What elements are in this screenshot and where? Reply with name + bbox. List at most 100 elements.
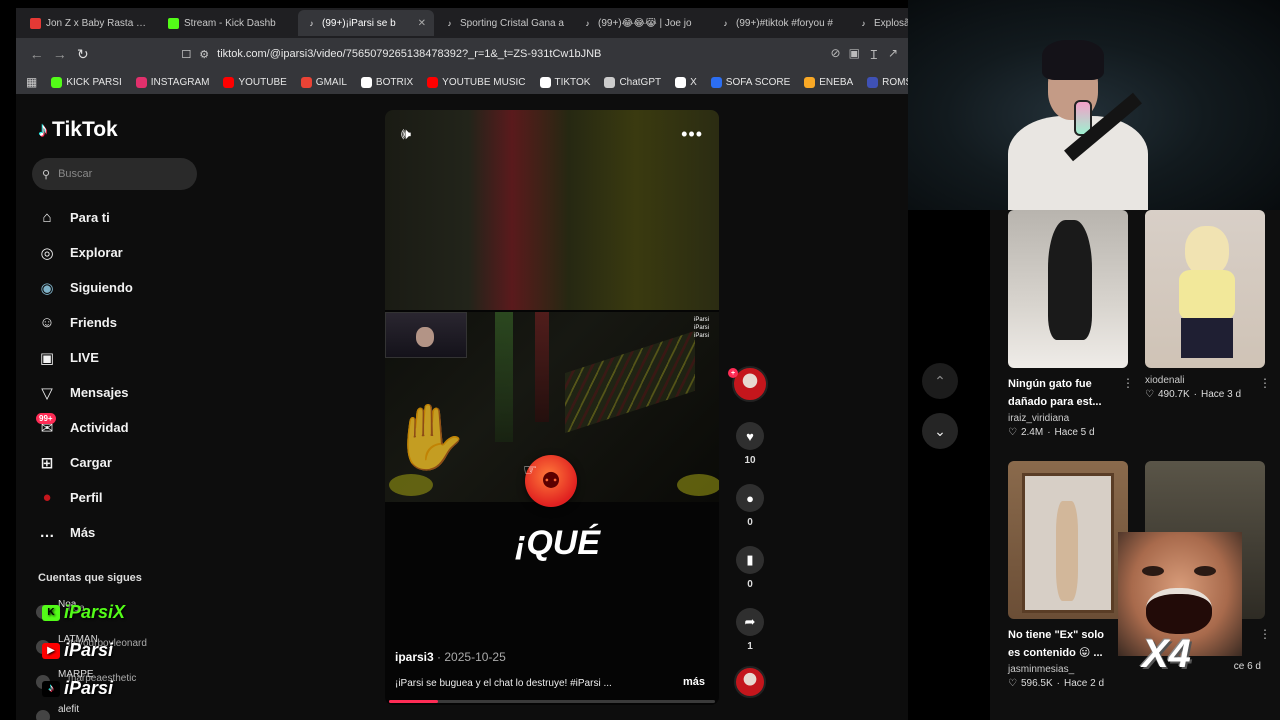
bookmark-item[interactable]: X: [675, 76, 697, 88]
sidebar-item-para-ti[interactable]: ⌂ Para ti: [36, 200, 206, 235]
video-thumbnail[interactable]: [1008, 210, 1128, 368]
browser-tab[interactable]: ♪ (99+)¡iParsi se b ✕: [298, 10, 434, 36]
following-heading: Cuentas que sigues: [38, 572, 142, 584]
bookmark-label: X: [690, 76, 697, 88]
bookmark-item[interactable]: YOUTUBE MUSIC: [427, 76, 526, 88]
share-arrow-icon: ➦: [736, 608, 764, 636]
browser-tab[interactable]: ♪ (99+)😂😂😹 | Joe jo: [574, 10, 710, 36]
video-author[interactable]: iparsi3 · 2025-10-25: [395, 650, 506, 664]
browser-tab[interactable]: Stream - Kick Dashb: [160, 10, 296, 36]
bookmark-star-icon[interactable]: ☐: [181, 48, 191, 61]
following-account[interactable]: alefit: [36, 699, 206, 720]
tab-title: (99+)😂😂😹 | Joe jo: [598, 17, 692, 29]
site-info-icon[interactable]: ⚙: [199, 48, 209, 61]
bookmark-favicon-icon: [539, 76, 551, 88]
like-button[interactable]: ♥ 10: [736, 422, 764, 466]
next-video-button[interactable]: ⌄: [922, 413, 958, 449]
search-input[interactable]: ⚲ Buscar: [32, 158, 197, 190]
share-icon[interactable]: ↗: [888, 46, 898, 63]
previous-video-button[interactable]: ⌃: [922, 363, 958, 399]
reload-icon[interactable]: ↻: [72, 43, 93, 65]
bookmark-item[interactable]: KICK PARSI: [51, 76, 122, 88]
comment-button[interactable]: ● 0: [736, 484, 764, 528]
bookmark-item[interactable]: ENEBA: [804, 76, 853, 88]
bookmark-favicon-icon: [604, 76, 616, 88]
back-icon[interactable]: ←: [26, 43, 47, 65]
avatar: [36, 709, 50, 720]
sidebar-item-label: Mensajes: [70, 385, 129, 400]
recommended-card[interactable]: xiodenali ♡ 490.7K · Hace 3 d ⋮: [1145, 210, 1271, 400]
bookmark-item[interactable]: BOTRIX: [360, 76, 413, 88]
tab-favicon-icon: ♪: [447, 18, 452, 28]
sidebar-item-perfil[interactable]: ● Perfil: [36, 480, 206, 515]
tiktok-logo[interactable]: ♪ TikTok: [38, 118, 118, 142]
comment-icon: ●: [736, 484, 764, 512]
browser-tab[interactable]: ♪ (99+)#tiktok #foryou #: [712, 10, 848, 36]
card-menu-icon[interactable]: ⋮: [1259, 376, 1271, 390]
bookmark-item[interactable]: ROMSFUN: [867, 76, 908, 88]
sidebar-item-actividad[interactable]: ✉ 99+ Actividad: [36, 410, 206, 445]
heart-outline-icon: ♡: [1008, 678, 1017, 689]
card-author[interactable]: xiodenali: [1145, 375, 1265, 386]
browser-toolbar: ← → ↻ ☐ ⚙ tiktok.com/@iparsi3/video/7565…: [16, 38, 908, 70]
card-menu-icon[interactable]: ⋮: [1259, 627, 1271, 641]
tab-title: (99+)#tiktok #foryou #: [736, 17, 833, 29]
upload-icon: ⊞: [40, 454, 54, 472]
card-author[interactable]: iraiz_viridiana: [1008, 413, 1128, 424]
bookmark-item[interactable]: TIKTOK: [539, 76, 591, 88]
sidebar-item-explorar[interactable]: ◎ Explorar: [36, 235, 206, 270]
sidebar-item-live[interactable]: ▣ LIVE: [36, 340, 206, 375]
more-description-link[interactable]: más: [683, 676, 705, 688]
sidebar-item-friends[interactable]: ☺ Friends: [36, 305, 206, 340]
video-thumbnail[interactable]: [1145, 210, 1265, 368]
volume-icon[interactable]: 🕪: [401, 126, 411, 144]
bookmark-item[interactable]: SOFA SCORE: [710, 76, 790, 88]
video-progress-fill: [389, 700, 438, 703]
bookmark-label: GMAIL: [315, 76, 347, 88]
card-menu-icon[interactable]: ⋮: [1122, 376, 1134, 390]
youtube-logo-icon: ▶: [42, 642, 60, 659]
save-button[interactable]: ▮ 0: [736, 546, 764, 590]
close-tab-icon[interactable]: ✕: [418, 18, 426, 29]
overlay-tag-youtube: ▶ iParsi: [42, 640, 113, 661]
forward-icon[interactable]: →: [49, 43, 70, 65]
browser-tab[interactable]: ♪ Sporting Cristal Gana a: [436, 10, 572, 36]
sidebar-item-cargar[interactable]: ⊞ Cargar: [36, 445, 206, 480]
recommended-card[interactable]: Ningún gato fue dañado para est... iraiz…: [1008, 210, 1134, 438]
apps-grid-icon[interactable]: ▦: [26, 75, 37, 89]
card-author[interactable]: jasminmesias_: [1008, 664, 1128, 675]
bookmark-favicon-icon: [135, 76, 147, 88]
sidebar-item-label: Actividad: [70, 420, 129, 435]
bookmark-label: TIKTOK: [554, 76, 591, 88]
no-sound-icon[interactable]: ⊘: [831, 46, 841, 63]
music-avatar[interactable]: [734, 666, 766, 698]
browser-tab[interactable]: Jon Z x Baby Rasta x Bo: [22, 10, 158, 36]
video-thumbnail[interactable]: [1008, 461, 1128, 619]
sidebar-item-m-s[interactable]: … Más: [36, 515, 206, 550]
browser-tab[interactable]: ♪ Explosã: [850, 10, 909, 36]
sidebar-item-label: Cargar: [70, 455, 112, 470]
video-player[interactable]: ✋ iParsi iParsi iParsi ⚉ ¡QUÉ 🕪 ••• ☞ ip…: [385, 110, 719, 705]
sidebar-item-mensajes[interactable]: ▽ Mensajes: [36, 375, 206, 410]
bookmark-item[interactable]: INSTAGRAM: [135, 76, 209, 88]
share-count: 1: [747, 641, 753, 652]
share-button[interactable]: ➦ 1: [736, 608, 764, 652]
bookmark-item[interactable]: GMAIL: [300, 76, 347, 88]
bookmark-item[interactable]: YOUTUBE: [223, 76, 287, 88]
video-progress-bar[interactable]: [389, 700, 715, 703]
bookmark-label: ROMSFUN: [882, 76, 908, 88]
bookmark-icon: ▮: [736, 546, 764, 574]
bookmark-item[interactable]: ChatGPT: [604, 76, 662, 88]
bookmark-favicon-icon: [867, 76, 879, 88]
address-bar[interactable]: ☐ ⚙ tiktok.com/@iparsi3/video/7565079265…: [181, 42, 830, 66]
recommended-card[interactable]: No tiene "Ex" solo es contenido 😛 ... ja…: [1008, 461, 1134, 689]
more-options-icon[interactable]: •••: [681, 124, 703, 145]
tab-favicon-icon: ♪: [585, 18, 590, 28]
sidebar-item-siguiendo[interactable]: ◉ Siguiendo: [36, 270, 206, 305]
tab-title: (99+)¡iParsi se b: [322, 17, 396, 29]
bookmark-label: ChatGPT: [619, 76, 662, 88]
translate-icon[interactable]: Ｉ: [868, 46, 880, 63]
sidebar-item-label: Más: [70, 525, 96, 540]
follow-plus-icon[interactable]: +: [728, 368, 738, 378]
cast-icon[interactable]: ▣: [849, 46, 860, 63]
